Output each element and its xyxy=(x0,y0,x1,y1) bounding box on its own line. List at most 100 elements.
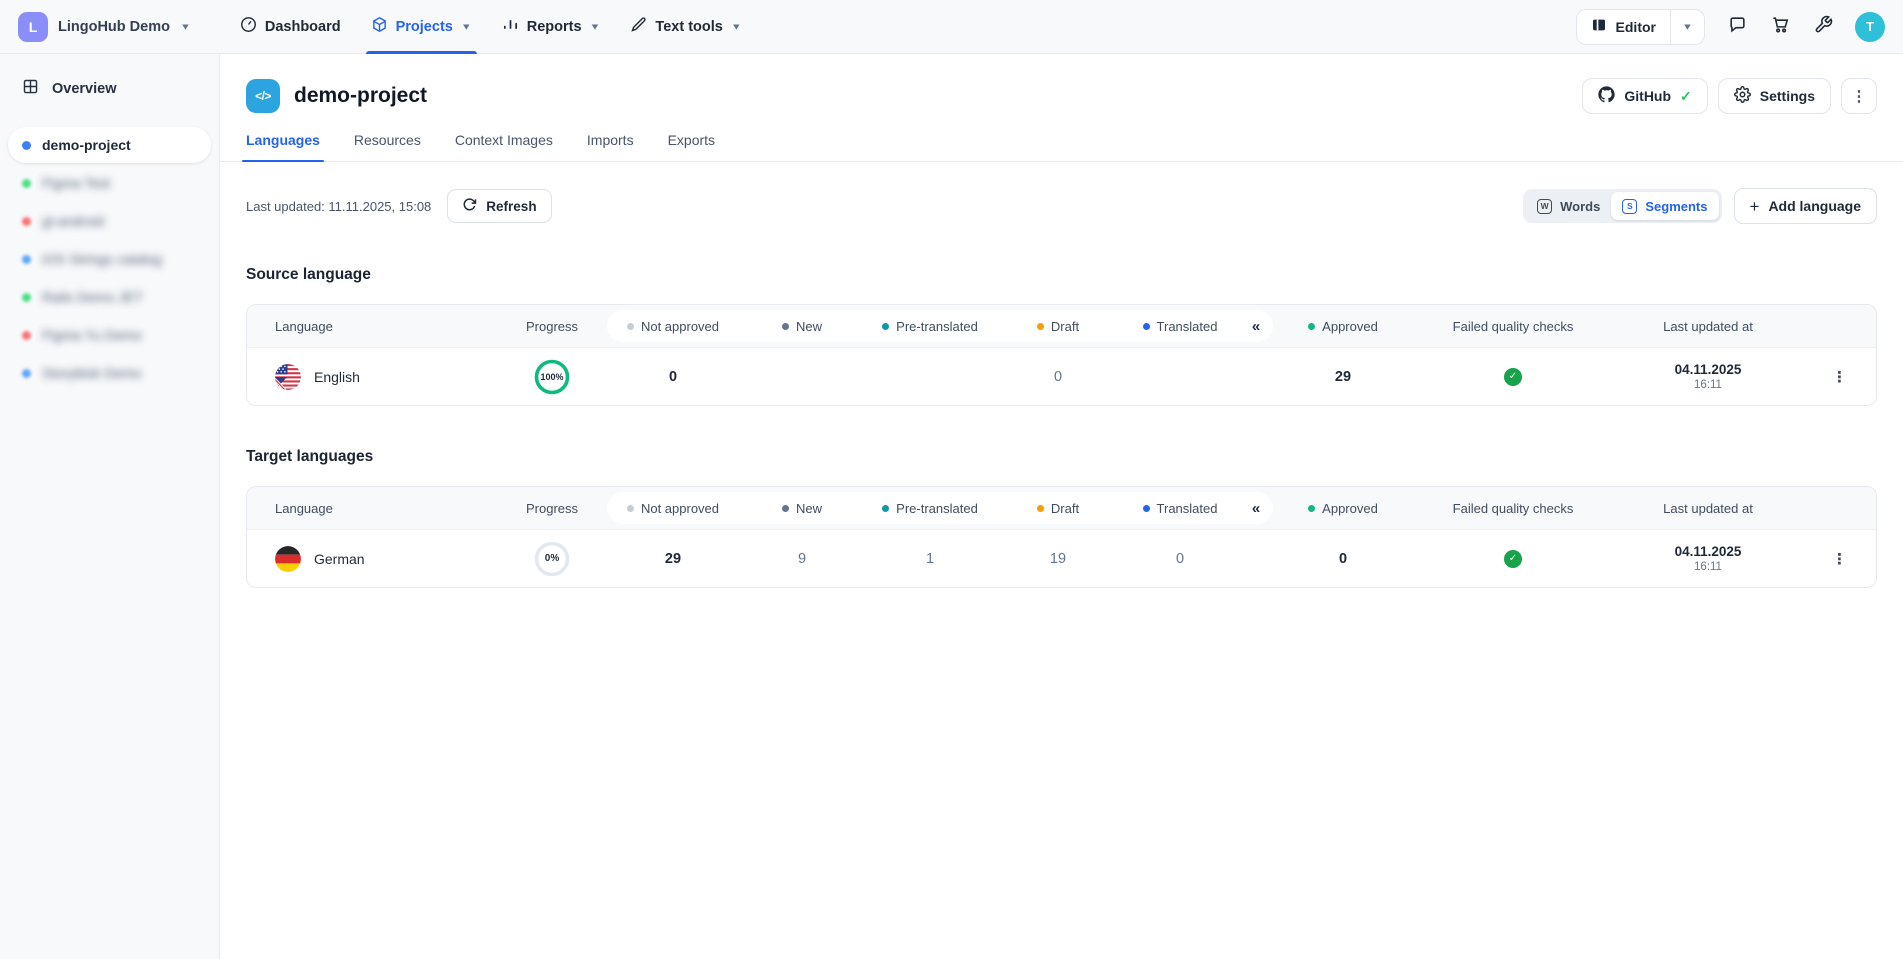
nav-label: Projects xyxy=(396,19,453,35)
nav-projects[interactable]: Projects ▼ xyxy=(356,0,487,54)
project-menu-button[interactable]: ⋮ xyxy=(1841,78,1877,114)
nav-label: Text tools xyxy=(655,19,722,35)
col-last-updated-at: Last updated at xyxy=(1613,501,1803,516)
project-label: gl-android xyxy=(42,213,104,229)
sidebar-project-item[interactable]: Rails Demo JET xyxy=(8,279,211,315)
gauge-icon xyxy=(240,16,257,37)
grid-icon xyxy=(22,78,39,99)
status-dot xyxy=(627,505,634,512)
project-dot xyxy=(22,141,31,150)
draft-value: 0 xyxy=(1054,369,1062,385)
col-failed-quality-checks: Failed quality checks xyxy=(1413,319,1613,334)
col-progress: Progress xyxy=(497,501,607,516)
tab-context-images[interactable]: Context Images xyxy=(455,132,553,161)
status-dot xyxy=(782,505,789,512)
chevron-down-icon: ▼ xyxy=(180,22,191,32)
wrench-icon xyxy=(1814,15,1833,39)
cart-icon xyxy=(1771,15,1790,39)
progress-value: 100% xyxy=(540,372,563,382)
user-avatar[interactable]: T xyxy=(1855,12,1885,42)
sidebar-project-item[interactable]: Storyblok Demo xyxy=(8,355,211,391)
comment-icon xyxy=(1728,15,1747,39)
words-icon: W xyxy=(1537,199,1552,214)
col-label: Not approved xyxy=(641,501,719,516)
sidebar-project-item[interactable]: iOS Strings catalog xyxy=(8,241,211,277)
toggle-words[interactable]: W Words xyxy=(1526,192,1611,220)
row-menu-button[interactable]: ⋮ xyxy=(1832,550,1847,568)
status-columns-pill: Not approved New Pre-translated Dra xyxy=(607,310,1273,342)
code-project-icon: </> xyxy=(246,79,280,113)
approved-value: 29 xyxy=(1335,369,1351,385)
col-label: Draft xyxy=(1051,501,1079,516)
status-dot xyxy=(1143,505,1150,512)
col-label: Pre-translated xyxy=(896,319,978,334)
admin-tools-button[interactable] xyxy=(1812,16,1834,38)
progress-value: 0% xyxy=(545,553,559,564)
col-new: New xyxy=(739,501,865,516)
workspace-switcher[interactable]: L LingoHub Demo ▼ xyxy=(18,12,191,42)
col-last-updated-at: Last updated at xyxy=(1613,319,1803,334)
nav-label: Dashboard xyxy=(265,19,341,35)
tab-imports[interactable]: Imports xyxy=(587,132,634,161)
table-row-english[interactable]: English 100% 0 0 xyxy=(247,347,1876,405)
editor-button[interactable]: Editor xyxy=(1577,10,1670,44)
project-list: demo-project Figma Test gl-android iOS S… xyxy=(0,127,219,391)
row-menu-button[interactable]: ⋮ xyxy=(1832,368,1847,386)
refresh-icon xyxy=(462,197,477,215)
flag-german-icon xyxy=(275,546,301,572)
sidebar-project-demo-project[interactable]: demo-project xyxy=(8,127,211,163)
toggle-segments[interactable]: S Segments xyxy=(1611,192,1718,220)
col-label: New xyxy=(796,319,822,334)
quality-check-pass-icon: ✓ xyxy=(1504,550,1522,568)
time-value: 16:11 xyxy=(1694,561,1722,573)
nav-text-tools[interactable]: Text tools ▼ xyxy=(615,0,756,54)
table-row-german[interactable]: German 0% 29 9 1 19 0 xyxy=(247,529,1876,587)
cart-button[interactable] xyxy=(1769,16,1791,38)
bar-chart-icon xyxy=(502,16,519,37)
units-toggle: W Words S Segments xyxy=(1523,189,1721,223)
project-label: Rails Demo JET xyxy=(42,289,143,305)
editor-dropdown-button[interactable]: ▼ xyxy=(1670,10,1704,44)
sidebar-project-item[interactable]: Figma Yu Demo xyxy=(8,317,211,353)
project-label: Storyblok Demo xyxy=(42,365,142,381)
col-label: Draft xyxy=(1051,319,1079,334)
project-actions: GitHub ✓ Settings ⋮ xyxy=(1582,78,1877,114)
add-language-button[interactable]: + Add language xyxy=(1734,188,1878,224)
language-cell: English xyxy=(247,364,497,390)
sidebar-project-item[interactable]: Figma Test xyxy=(8,165,211,201)
col-not-approved: Not approved xyxy=(607,501,739,516)
page-title: demo-project xyxy=(294,84,427,108)
tab-languages[interactable]: Languages xyxy=(246,132,320,161)
project-dot xyxy=(22,293,31,302)
refresh-button[interactable]: Refresh xyxy=(447,189,551,223)
sidebar-item-overview[interactable]: Overview xyxy=(0,66,219,111)
nav-reports[interactable]: Reports ▼ xyxy=(487,0,616,54)
progress-ring: 100% xyxy=(533,358,571,396)
progress-cell: 0% xyxy=(497,540,607,578)
status-dot xyxy=(782,323,789,330)
sidebar-item-label: Overview xyxy=(52,81,117,97)
tab-exports[interactable]: Exports xyxy=(668,132,715,161)
col-label: Approved xyxy=(1322,319,1378,334)
feedback-button[interactable] xyxy=(1726,16,1748,38)
table-header: Language Progress Not approved New xyxy=(247,305,1876,347)
status-dot xyxy=(1143,323,1150,330)
progress-ring: 0% xyxy=(533,540,571,578)
collapse-columns-button[interactable]: « xyxy=(1239,318,1273,335)
collapse-columns-button[interactable]: « xyxy=(1239,500,1273,517)
settings-button[interactable]: Settings xyxy=(1718,78,1831,114)
sidebar-project-item[interactable]: gl-android xyxy=(8,203,211,239)
nav-dashboard[interactable]: Dashboard xyxy=(225,0,356,54)
col-new: New xyxy=(739,319,865,334)
col-not-approved: Not approved xyxy=(607,319,739,334)
col-translated: Translated xyxy=(1121,319,1239,334)
github-button[interactable]: GitHub ✓ xyxy=(1582,78,1707,114)
quality-check-pass-icon: ✓ xyxy=(1504,368,1522,386)
gear-icon xyxy=(1734,86,1751,106)
languages-toolbar: Last updated: 11.11.2025, 15:08 Refresh … xyxy=(246,188,1877,224)
project-dot xyxy=(22,369,31,378)
tab-resources[interactable]: Resources xyxy=(354,132,421,161)
chevron-down-icon: ▼ xyxy=(1682,22,1693,32)
project-label: demo-project xyxy=(42,137,131,153)
col-failed-quality-checks: Failed quality checks xyxy=(1413,501,1613,516)
